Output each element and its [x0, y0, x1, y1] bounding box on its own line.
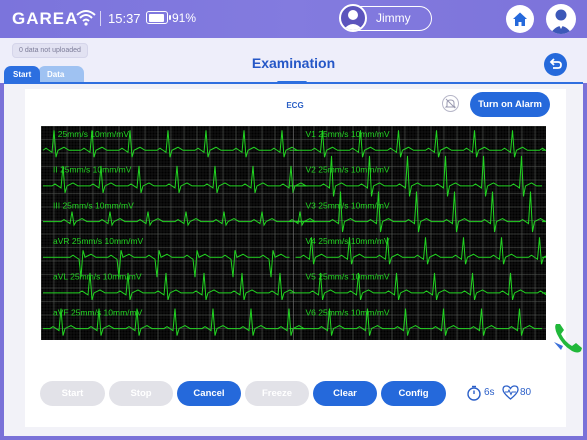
alarm-off-icon[interactable]: [442, 95, 459, 112]
page-header: 0 data not uploaded Data Start Examinati…: [0, 38, 587, 84]
wifi-icon: [76, 10, 96, 26]
back-arrow-icon: [549, 58, 562, 69]
home-button[interactable]: [506, 5, 534, 33]
clock-time: 15:37: [108, 11, 141, 26]
ecg-lead-label-v4: V4 25mm/s 10mm/mV: [306, 236, 390, 246]
start-button[interactable]: Start: [40, 381, 105, 406]
user-avatar-icon: [339, 4, 367, 32]
ecg-grid: I 25mm/s 10mm/mV II 25mm/s 10mm/mV III 25m…: [41, 126, 546, 340]
home-icon: [513, 12, 527, 26]
ecg-lead-label-i: I 25mm/s 10mm/mV: [53, 129, 129, 139]
tab-start[interactable]: Start: [4, 66, 41, 83]
ecg-lead-label-avr: aVR 25mm/s 10mm/mV: [53, 236, 144, 246]
stop-button[interactable]: Stop: [109, 381, 173, 406]
clear-button[interactable]: Clear: [313, 381, 377, 406]
doctor-avatar-icon: [550, 9, 572, 34]
phone-icon[interactable]: [553, 321, 584, 355]
ecg-lead-label-avl: aVL 25mm/s 10mm/mV: [53, 272, 142, 282]
ecg-lead-label-iii: III 25mm/s 10mm/mV: [53, 200, 134, 210]
back-button[interactable]: [544, 53, 567, 76]
heart-rate-value: 80: [520, 387, 532, 398]
ecg-lead-label-avf: aVF 25mm/s 10mm/mV: [53, 307, 143, 317]
user-pill[interactable]: Jimmy: [339, 4, 432, 32]
stopwatch-icon: [467, 385, 481, 401]
page-title: Examination: [251, 55, 336, 71]
freeze-button[interactable]: Freeze: [245, 381, 309, 406]
brand-logo: GAREA: [12, 9, 79, 28]
heart-rate-icon: [502, 385, 519, 400]
ecg-lead-label-v3: V3 25mm/s 10mm/mV: [306, 200, 390, 210]
timer-value: 6s: [484, 387, 495, 398]
status-divider: [100, 11, 101, 26]
user-name: Jimmy: [376, 11, 411, 25]
status-bar: GAREA 15:37 91% Jimmy: [0, 0, 587, 38]
ecg-lead-label-v2: V2 25mm/s 10mm/mV: [306, 165, 390, 175]
ecg-lead-label-ii: II 25mm/s 10mm/mV: [53, 165, 132, 175]
ecg-lead-label-v1: V1 25mm/s 10mm/mV: [306, 129, 390, 139]
turn-on-alarm-button[interactable]: Turn on Alarm: [470, 92, 550, 117]
heart-rate-readout: 80: [502, 385, 531, 403]
cancel-button[interactable]: Cancel: [177, 381, 241, 406]
config-button[interactable]: Config: [381, 381, 446, 406]
doctor-avatar-button[interactable]: [546, 4, 576, 34]
ecg-label: ECG: [286, 101, 304, 110]
battery-level: [148, 13, 164, 22]
battery-icon: [146, 11, 171, 24]
ecg-lead-label-v5: V5 25mm/s 10mm/mV: [306, 272, 390, 282]
ecg-lead-label-v6: V6 25mm/s 10mm/mV: [306, 307, 390, 317]
battery-percent: 91%: [172, 11, 197, 25]
timer-readout: 6s: [466, 385, 495, 404]
